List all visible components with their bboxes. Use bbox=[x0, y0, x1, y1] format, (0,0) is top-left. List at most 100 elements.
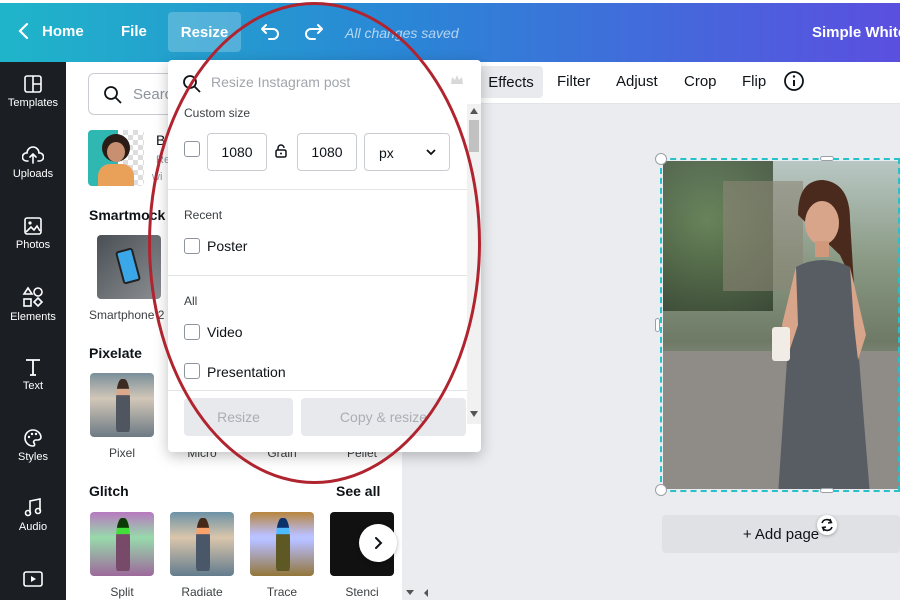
info-icon[interactable] bbox=[783, 70, 805, 92]
audio-icon bbox=[24, 498, 42, 517]
effect-thumb-pixel[interactable] bbox=[90, 373, 154, 437]
copy-and-resize-button[interactable]: Copy & resize bbox=[301, 398, 466, 436]
chevron-down-icon bbox=[426, 149, 436, 156]
resize-search-input[interactable]: Resize Instagram post bbox=[182, 72, 462, 100]
home-button[interactable]: Home bbox=[42, 23, 84, 40]
rail-item-audio[interactable]: Audio bbox=[0, 498, 66, 558]
poster-label[interactable]: Poster bbox=[207, 238, 247, 254]
effect-thumb-split[interactable] bbox=[90, 512, 154, 576]
resize-list-scrollbar[interactable] bbox=[467, 104, 481, 424]
search-placeholder: Searc bbox=[133, 86, 173, 103]
bg-remover-sub: wi bbox=[152, 171, 163, 183]
rail-label: Templates bbox=[7, 97, 59, 109]
bg-remover-thumb[interactable] bbox=[88, 130, 144, 186]
add-page-label: + Add page bbox=[742, 525, 820, 543]
all-label: All bbox=[184, 294, 198, 308]
rail-item-styles[interactable]: Styles bbox=[0, 428, 66, 488]
presentation-label[interactable]: Presentation bbox=[207, 364, 286, 380]
rail-item-photos[interactable]: Photos bbox=[0, 216, 66, 276]
resize-label: Resize bbox=[180, 23, 229, 41]
left-rail: Templates Uploads Photos Elements Text S… bbox=[0, 62, 66, 600]
height-value: 1080 bbox=[311, 144, 343, 160]
copy-and-resize-label: Copy & resize bbox=[339, 409, 428, 425]
scroll-arrows-icon[interactable] bbox=[402, 586, 432, 600]
resize-handle[interactable] bbox=[820, 488, 834, 493]
effect-label-trace: Trace bbox=[266, 585, 298, 599]
top-bar: Home File Resize All changes saved Simpl… bbox=[0, 0, 900, 62]
video-label[interactable]: Video bbox=[207, 324, 243, 340]
resize-handle[interactable] bbox=[655, 318, 660, 332]
section-title-smartmockups: Smartmock bbox=[89, 207, 166, 223]
resize-handle[interactable] bbox=[820, 156, 834, 161]
resize-handle[interactable] bbox=[655, 153, 667, 165]
crop-button[interactable]: Crop bbox=[684, 73, 717, 90]
width-value: 1080 bbox=[221, 144, 253, 160]
custom-size-checkbox[interactable] bbox=[184, 141, 200, 157]
save-status: All changes saved bbox=[345, 25, 459, 41]
rail-label: Text bbox=[22, 380, 44, 392]
lock-icon[interactable] bbox=[275, 144, 287, 158]
smartphone-mockup-thumb[interactable] bbox=[97, 235, 161, 299]
styles-icon bbox=[24, 429, 42, 447]
divider bbox=[168, 189, 468, 190]
unit-value: px bbox=[379, 145, 394, 161]
rail-label: Uploads bbox=[12, 168, 54, 180]
effect-thumb-trace[interactable] bbox=[250, 512, 314, 576]
width-input[interactable]: 1080 bbox=[207, 133, 267, 171]
rail-label: Audio bbox=[18, 521, 48, 533]
adjust-button[interactable]: Adjust bbox=[616, 73, 658, 90]
undo-icon[interactable] bbox=[259, 20, 281, 42]
resize-submit-button[interactable]: Resize bbox=[184, 398, 293, 436]
resize-handle[interactable] bbox=[655, 484, 667, 496]
smartphone-mockup-label: Smartphone 2 bbox=[89, 308, 165, 322]
recent-label: Recent bbox=[184, 208, 223, 222]
presentation-checkbox[interactable] bbox=[184, 363, 200, 379]
text-icon bbox=[26, 359, 40, 376]
effects-button[interactable]: Effects bbox=[479, 66, 543, 98]
chevron-left-icon[interactable] bbox=[14, 21, 34, 41]
resize-button[interactable]: Resize bbox=[168, 12, 241, 52]
templates-icon bbox=[24, 75, 42, 93]
rail-item-templates[interactable]: Templates bbox=[0, 74, 66, 134]
video-checkbox[interactable] bbox=[184, 324, 200, 340]
scroll-up-icon[interactable] bbox=[470, 108, 478, 114]
rail-label: Styles bbox=[18, 451, 48, 463]
effects-label: Effects bbox=[488, 73, 534, 91]
file-menu[interactable]: File bbox=[121, 23, 147, 40]
resize-submit-label: Resize bbox=[217, 409, 260, 425]
rail-item-elements[interactable]: Elements bbox=[0, 286, 66, 346]
rotate-icon[interactable] bbox=[817, 515, 837, 535]
photos-icon bbox=[24, 217, 42, 235]
redo-icon[interactable] bbox=[303, 20, 325, 42]
resize-dropdown: Resize Instagram post Custom size 1080 1… bbox=[168, 60, 481, 452]
search-icon bbox=[104, 86, 122, 104]
rail-label: Elements bbox=[10, 311, 56, 323]
crown-icon bbox=[451, 75, 463, 84]
resize-search-placeholder: Resize Instagram post bbox=[211, 74, 351, 90]
unit-select[interactable]: px bbox=[364, 133, 450, 171]
height-input[interactable]: 1080 bbox=[297, 133, 357, 171]
flip-button[interactable]: Flip bbox=[742, 73, 766, 90]
effect-label-stencil: Stenci bbox=[345, 585, 379, 599]
divider bbox=[168, 390, 468, 391]
filter-button[interactable]: Filter bbox=[557, 73, 590, 90]
section-title-glitch: Glitch bbox=[89, 483, 129, 499]
resize-options-list[interactable]: Custom size 1080 1080 px Recent Poster A… bbox=[168, 104, 468, 424]
see-all-link[interactable]: See all bbox=[336, 483, 380, 499]
poster-checkbox[interactable] bbox=[184, 238, 200, 254]
effect-label-pixel: Pixel bbox=[108, 446, 135, 460]
next-arrow-button[interactable] bbox=[359, 524, 397, 562]
canvas-selection bbox=[660, 158, 900, 492]
rail-item-uploads[interactable]: Uploads bbox=[0, 145, 66, 205]
add-page-button[interactable]: + Add page bbox=[662, 515, 900, 553]
chevron-right-icon bbox=[375, 537, 383, 549]
rail-item-video[interactable] bbox=[0, 570, 66, 600]
effect-thumb-radiate[interactable] bbox=[170, 512, 234, 576]
section-title-pixelate: Pixelate bbox=[89, 345, 142, 361]
video-icon bbox=[23, 571, 43, 587]
scroll-thumb[interactable] bbox=[469, 120, 479, 152]
document-title[interactable]: Simple White bbox=[812, 24, 900, 41]
scroll-down-icon[interactable] bbox=[470, 411, 478, 417]
rail-label: Photos bbox=[15, 239, 51, 251]
rail-item-text[interactable]: Text bbox=[0, 357, 66, 417]
